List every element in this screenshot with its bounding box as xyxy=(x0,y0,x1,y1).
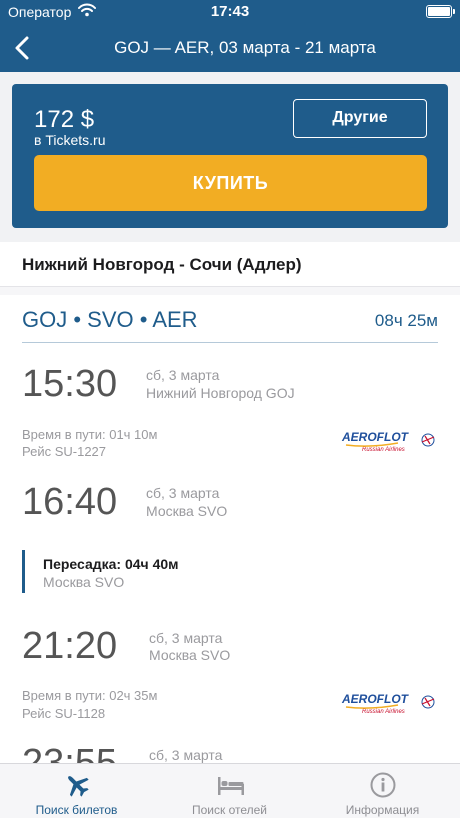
tab-label: Информация xyxy=(345,803,420,817)
svg-text:AEROFLOT: AEROFLOT xyxy=(341,692,410,706)
arrival-time: 23:55 xyxy=(22,742,118,763)
transfer-duration: Пересадка: 04ч 40м xyxy=(43,556,179,572)
wifi-icon xyxy=(78,3,96,20)
departure-time: 15:30 xyxy=(22,363,118,405)
transfer-place: Москва SVO xyxy=(43,574,125,590)
svg-text:Russian Airlines: Russian Airlines xyxy=(362,709,405,715)
total-duration: 08ч 25м xyxy=(374,311,438,330)
itinerary-header: GOJ • SVO • AER 08ч 25м xyxy=(22,307,438,343)
tab-information[interactable]: Информация xyxy=(306,764,459,818)
tab-label: Поиск отелей xyxy=(191,803,267,817)
header-area: Оператор 17:43 GOJ — AER, 03 марта - 21 … xyxy=(0,0,460,72)
status-bar: Оператор 17:43 xyxy=(0,0,460,24)
arrival-place: Москва SVO xyxy=(146,503,228,519)
nav-title: GOJ — AER, 03 марта - 21 марта xyxy=(114,38,376,57)
transfer-block: Пересадка: 04ч 40м Москва SVO xyxy=(22,550,179,593)
arrival-time: 16:40 xyxy=(22,481,118,523)
aeroflot-logo-icon: AEROFLOT Russian Airlines xyxy=(341,430,435,453)
price-value: 172 $ xyxy=(34,106,95,133)
travel-time: Время в пути: 02ч 35м xyxy=(22,688,158,703)
route-title-bar: Нижний Новгород - Сочи (Адлер) xyxy=(0,242,460,287)
route-codes: GOJ • SVO • AER xyxy=(22,307,198,332)
itinerary: GOJ • SVO • AER 08ч 25м 15:30 сб, 3 март… xyxy=(0,295,460,763)
other-offers-button[interactable]: Другие xyxy=(293,99,427,138)
buy-button[interactable]: КУПИТЬ xyxy=(34,155,427,211)
flight-number: Рейс SU-1227 xyxy=(22,444,107,459)
info-icon xyxy=(369,772,397,798)
departure-date: сб, 3 марта xyxy=(149,630,223,646)
departure-place: Нижний Новгород GOJ xyxy=(146,385,295,401)
flight-number: Рейс SU-1128 xyxy=(22,706,106,721)
route-title: Нижний Новгород - Сочи (Адлер) xyxy=(22,255,302,274)
separator xyxy=(0,287,460,295)
arrival-date: сб, 3 марта xyxy=(146,485,220,501)
departure-place: Москва SVO xyxy=(149,647,231,663)
bed-icon xyxy=(216,772,244,798)
price-card: 172 $ в Tickets.ru Другие КУПИТЬ xyxy=(12,84,448,228)
navigation-bar: GOJ — AER, 03 марта - 21 марта xyxy=(0,24,460,72)
tab-hotel-search[interactable]: Поиск отелей xyxy=(153,764,306,818)
departure-time: 21:20 xyxy=(22,625,118,667)
arrival-date: сб, 3 марта xyxy=(149,747,223,763)
aeroflot-logo-icon: AEROFLOT Russian Airlines xyxy=(341,692,435,715)
carrier-label: Оператор xyxy=(8,4,72,20)
price-source: в Tickets.ru xyxy=(34,132,106,148)
departure-date: сб, 3 марта xyxy=(146,367,220,383)
tab-bar: Поиск билетов Поиск отелей Информация xyxy=(0,763,460,818)
tab-label: Поиск билетов xyxy=(35,803,118,817)
svg-text:AEROFLOT: AEROFLOT xyxy=(341,430,410,444)
svg-text:Russian Airlines: Russian Airlines xyxy=(362,447,405,453)
back-chevron-icon[interactable] xyxy=(8,32,38,64)
airplane-icon xyxy=(63,772,91,798)
travel-time: Время в пути: 01ч 10м xyxy=(22,427,158,442)
tab-flight-search[interactable]: Поиск билетов xyxy=(0,764,153,818)
battery-icon xyxy=(426,5,455,18)
